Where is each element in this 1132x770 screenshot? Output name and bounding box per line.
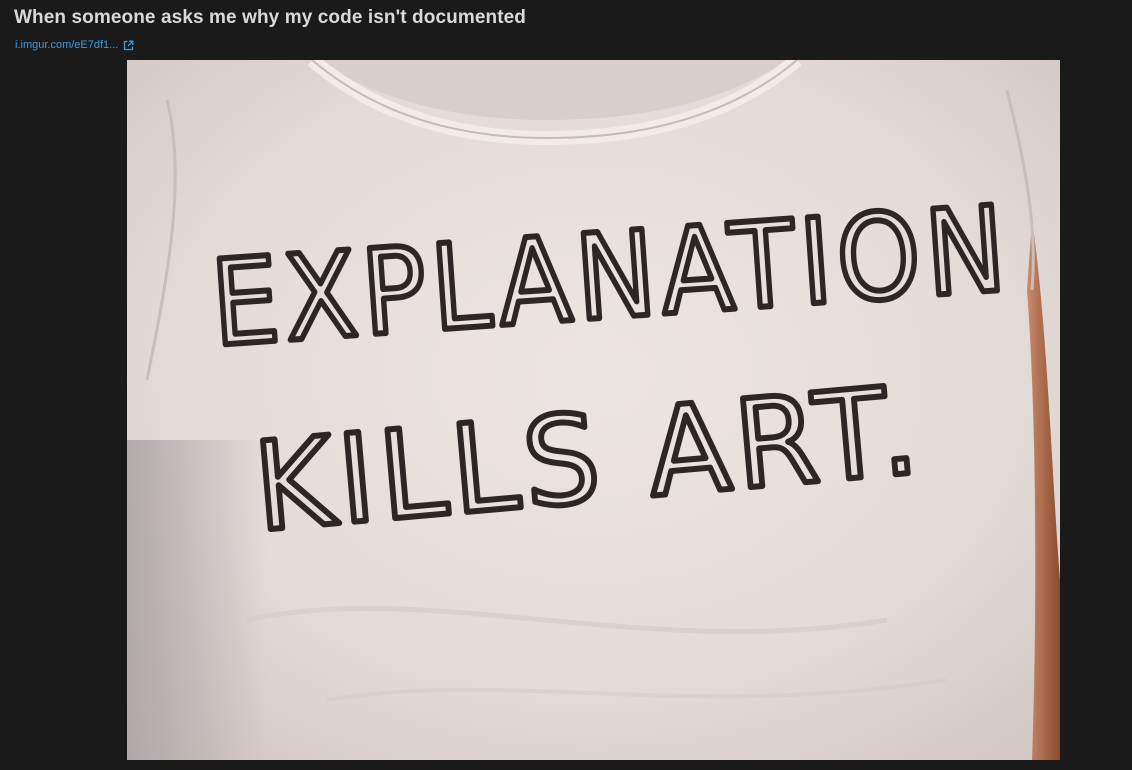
external-link-icon[interactable] — [123, 40, 134, 51]
post-card: When someone asks me why my code isn't d… — [0, 0, 1132, 770]
post-title[interactable]: When someone asks me why my code isn't d… — [14, 7, 526, 29]
tshirt-photo: EXPLANATION KILLS ART. — [127, 60, 1060, 760]
external-link[interactable]: i.imgur.com/eE7df1... — [15, 39, 134, 51]
external-link-text[interactable]: i.imgur.com/eE7df1... — [15, 39, 118, 51]
post-image[interactable]: EXPLANATION KILLS ART. — [127, 60, 1060, 760]
